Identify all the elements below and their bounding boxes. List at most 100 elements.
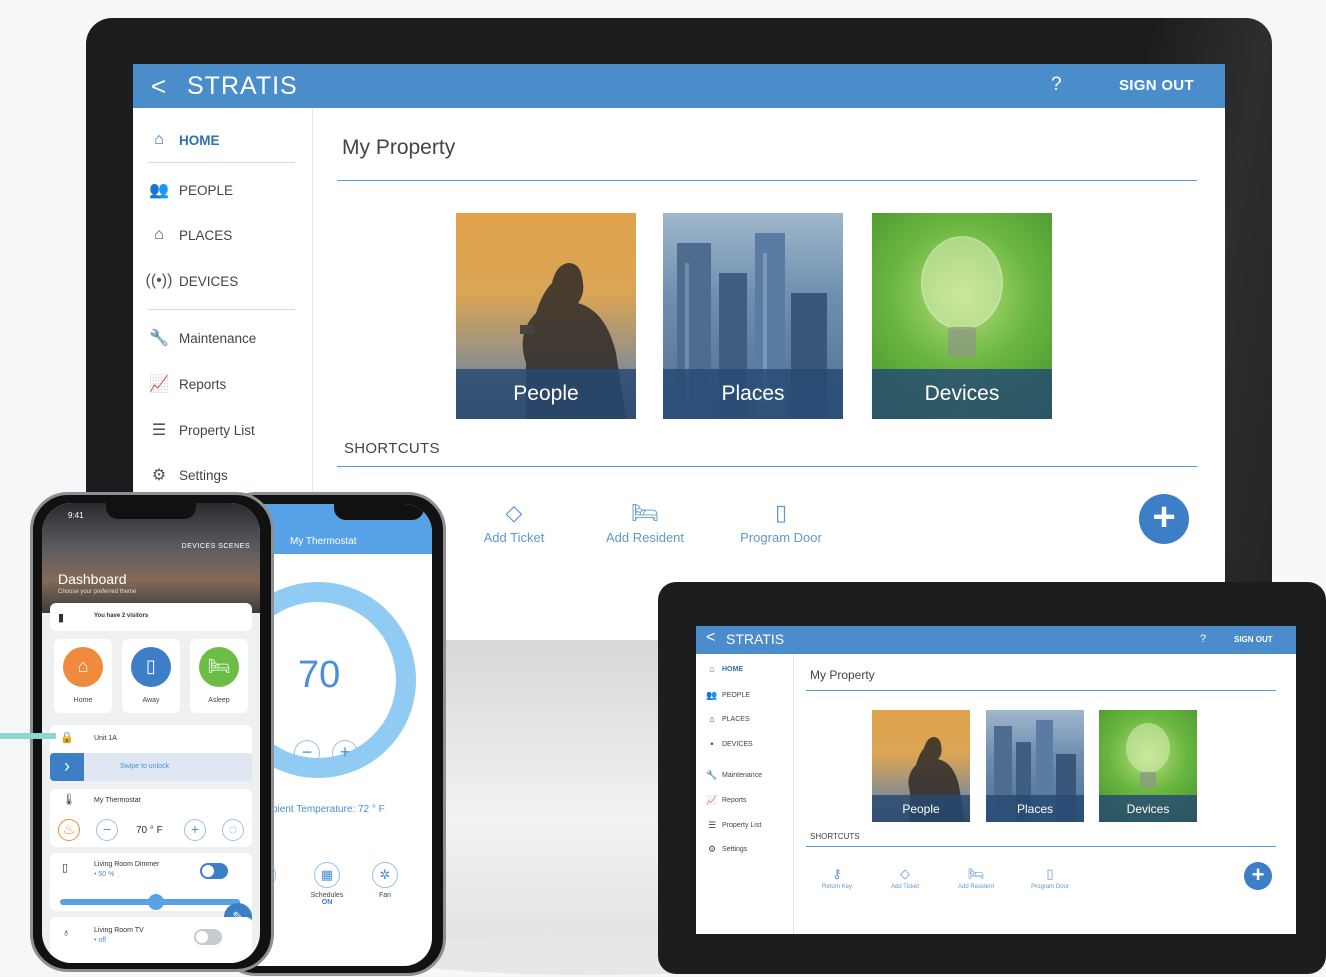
sidebar-item-places[interactable]: ⌂ PLACES xyxy=(706,714,749,724)
dimmer-level: • 50 % xyxy=(94,871,115,878)
flame-icon[interactable]: ♨ xyxy=(58,819,80,841)
add-ticket-shortcut[interactable]: ◇ Add Ticket xyxy=(459,496,569,545)
home-icon: ⌂ xyxy=(63,647,103,687)
tv-card[interactable]: ♁ Living Room TV • off xyxy=(50,917,252,963)
fan-button[interactable]: ✲ Fan xyxy=(360,862,410,899)
help-button[interactable]: ? xyxy=(1051,74,1062,96)
sidebar-item-reports[interactable]: 📈 Reports xyxy=(706,795,746,806)
tile-label: People xyxy=(872,795,970,822)
sidebar-item-label: HOME xyxy=(179,132,220,148)
bulb-icon: ♁ xyxy=(62,927,71,939)
status-time: 9:41 xyxy=(68,511,84,520)
dashboard-tabs[interactable]: DEVICES SCENES xyxy=(182,543,250,550)
program-door-shortcut[interactable]: ▯ Program Door xyxy=(726,496,836,545)
page-title: My Property xyxy=(810,668,875,682)
tile-label: Places xyxy=(663,369,843,419)
sidebar-item-maintenance[interactable]: 🔧 Maintenance xyxy=(147,328,256,348)
unit-name: Unit 1A xyxy=(94,735,117,742)
sidebar-item-home[interactable]: ⌂ HOME xyxy=(147,130,220,150)
switch-icon: ▯ xyxy=(62,862,69,874)
devices-tile[interactable]: Devices xyxy=(1099,710,1197,822)
ticket-icon: ◇ xyxy=(900,866,910,881)
sidebar-item-devices[interactable]: ((•)) DEVICES xyxy=(146,271,239,291)
people-icon: 👥 xyxy=(706,690,718,700)
title-divider xyxy=(337,180,1197,181)
places-tile[interactable]: Places xyxy=(986,710,1084,822)
sidebar-item-places[interactable]: ⌂ PLACES xyxy=(147,225,232,245)
add-shortcut-button[interactable]: + xyxy=(1139,494,1189,544)
visitors-row[interactable]: ▮ You have 2 visitors xyxy=(50,603,252,631)
people-tile[interactable]: People xyxy=(872,710,970,822)
sidebar-item-maintenance[interactable]: 🔧 Maintenance xyxy=(706,770,762,781)
sidebar-item-reports[interactable]: 📈 Reports xyxy=(147,374,226,394)
people-tile[interactable]: People xyxy=(456,213,636,419)
devices-icon: • xyxy=(710,739,714,749)
schedules-state: ON xyxy=(321,899,333,906)
help-button[interactable]: ? xyxy=(1200,633,1206,645)
tablet-header: < STRATIS ? SIGN OUT xyxy=(696,626,1296,654)
shortcut-label: Return Key xyxy=(821,884,852,890)
shortcut-label: Add Ticket xyxy=(890,884,919,890)
sidebar-item-home[interactable]: ⌂ HOME xyxy=(706,664,743,674)
unit-lock-row[interactable]: 🔒 Unit 1A xyxy=(50,725,252,753)
sidebar-item-label: Settings xyxy=(722,846,748,853)
dimmer-toggle[interactable] xyxy=(200,863,228,879)
places-tile[interactable]: Places xyxy=(663,213,843,419)
add-shortcut-button[interactable]: + xyxy=(1244,862,1272,890)
away-mode-button[interactable]: ▯ Away xyxy=(122,639,180,713)
sidebar-item-people[interactable]: 👥 PEOPLE xyxy=(706,690,750,701)
marketing-composite: < STRATIS ? SIGN OUT ⌂ HOME 👥 PEOPLE ⌂ P… xyxy=(0,0,1326,977)
devices-tile[interactable]: Devices xyxy=(872,213,1052,419)
sidebar-item-settings[interactable]: ⚙ Settings xyxy=(706,844,747,855)
asleep-mode-button[interactable]: 🛏 Asleep xyxy=(190,639,248,713)
add-ticket-shortcut[interactable]: ◇ Add Ticket xyxy=(872,864,938,890)
back-button[interactable]: < xyxy=(706,629,715,647)
sidebar-item-people[interactable]: 👥 PEOPLE xyxy=(147,180,233,200)
sign-out-button[interactable]: SIGN OUT xyxy=(1119,77,1194,94)
sidebar-item-label: Maintenance xyxy=(179,330,257,346)
decrease-temp-button[interactable]: − xyxy=(96,819,118,841)
back-button[interactable]: < xyxy=(151,71,166,102)
door-icon: ▯ xyxy=(774,500,788,525)
mode-label: Away xyxy=(142,697,160,704)
tile-label: Devices xyxy=(872,369,1052,419)
tv-toggle[interactable] xyxy=(194,929,222,945)
wrench-icon: 🔧 xyxy=(149,330,169,347)
program-door-shortcut[interactable]: ▯ Program Door xyxy=(1017,864,1083,890)
ticket-icon: ◇ xyxy=(505,500,523,525)
sidebar-item-settings[interactable]: ⚙ Settings xyxy=(147,465,228,485)
button-label: Schedules xyxy=(310,892,344,899)
thermostat-label: My Thermostat xyxy=(94,797,141,804)
swipe-to-unlock[interactable]: › Swipe to unlock xyxy=(50,753,252,781)
increase-temp-button[interactable]: + xyxy=(332,740,358,766)
dimmer-label: Living Room Dimmer xyxy=(94,861,160,868)
chevron-right-icon: › xyxy=(50,753,84,781)
dimmer-slider[interactable] xyxy=(60,894,240,910)
bed-icon: 🛏 xyxy=(199,647,239,687)
add-resident-shortcut[interactable]: 🛏 Add Resident xyxy=(590,496,700,545)
sidebar-item-label: Property List xyxy=(179,422,255,438)
sign-out-button[interactable]: SIGN OUT xyxy=(1234,635,1273,644)
add-resident-shortcut[interactable]: 🛏 Add Resident xyxy=(943,864,1009,890)
schedules-button[interactable]: ▦ Schedules ON xyxy=(302,862,352,906)
people-icon: 👥 xyxy=(149,182,169,199)
shortcuts-divider xyxy=(806,846,1276,847)
sidebar-item-devices[interactable]: • DEVICES xyxy=(706,739,752,749)
bed-icon: 🛏 xyxy=(631,500,659,525)
shortcut-label: Program Door xyxy=(740,530,822,545)
sidebar-item-label: PEOPLE xyxy=(179,182,234,198)
stratis-logo: STRATIS xyxy=(187,72,298,100)
chart-icon: 📈 xyxy=(149,376,169,393)
decrease-temp-button[interactable]: − xyxy=(294,740,320,766)
tv-state: • off xyxy=(94,937,107,944)
tv-label: Living Room TV xyxy=(94,927,144,934)
decorative-line xyxy=(0,733,56,739)
thermostat-card[interactable]: 🌡 My Thermostat xyxy=(50,789,252,847)
dashboard-screen: 9:41 DEVICES SCENES Dashboard Choose you… xyxy=(42,503,260,963)
return-key-shortcut[interactable]: ⚷ Return Key xyxy=(804,864,870,890)
mode-cycle-icon[interactable]: ◌ xyxy=(222,819,244,841)
increase-temp-button[interactable]: + xyxy=(184,819,206,841)
home-mode-button[interactable]: ⌂ Home xyxy=(54,639,112,713)
sidebar-item-property-list[interactable]: ☰ Property List xyxy=(147,420,255,440)
sidebar-item-property-list[interactable]: ☰ Property List xyxy=(706,820,761,831)
